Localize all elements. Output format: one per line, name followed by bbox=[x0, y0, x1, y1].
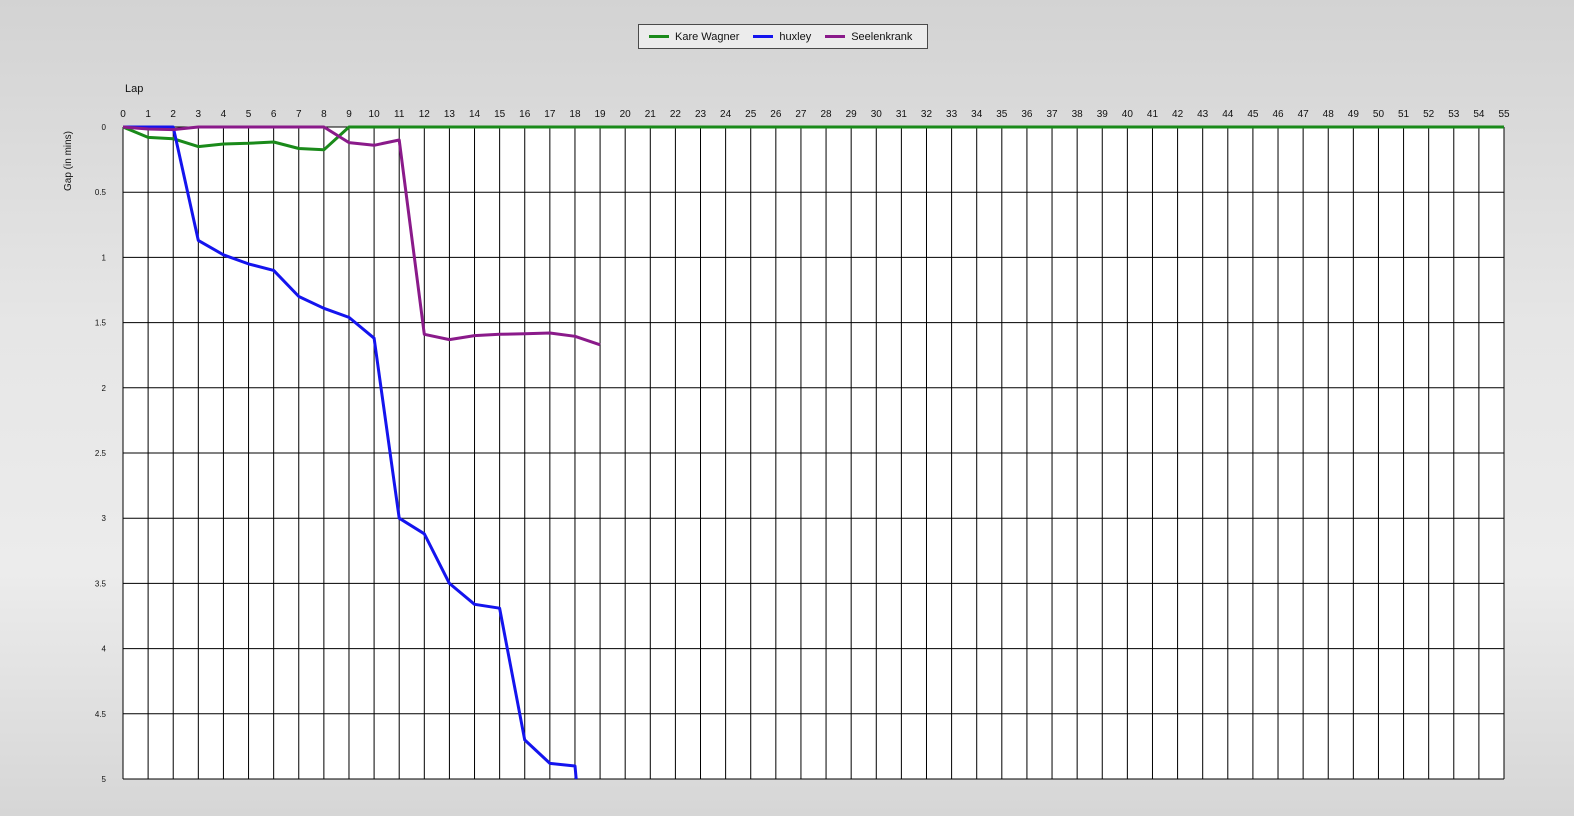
legend-swatch-1 bbox=[753, 35, 774, 38]
x-tick-label: 51 bbox=[1398, 109, 1410, 120]
x-tick-label: 31 bbox=[896, 109, 908, 120]
y-tick-label: 4.5 bbox=[95, 710, 107, 719]
x-tick-label: 24 bbox=[720, 109, 732, 120]
legend-label-1: huxley bbox=[779, 30, 812, 43]
x-tick-label: 30 bbox=[871, 109, 883, 120]
x-tick-label: 1 bbox=[145, 109, 151, 120]
x-tick-label: 20 bbox=[620, 109, 632, 120]
x-tick-label: 15 bbox=[494, 109, 506, 120]
x-tick-label: 6 bbox=[271, 109, 277, 120]
x-tick-label: 49 bbox=[1348, 109, 1360, 120]
x-axis-ticks: 0 1 2 3 4 5 6 7 8 9 10 11 12 13 14 15 16 17 18 19 20 21 22 23 24… bbox=[120, 109, 1510, 120]
x-tick-label: 29 bbox=[846, 109, 858, 120]
x-tick-label: 42 bbox=[1172, 109, 1184, 120]
x-tick-label: 18 bbox=[569, 109, 581, 120]
x-tick-label: 50 bbox=[1373, 109, 1385, 120]
legend-label-0: Kare Wagner bbox=[675, 30, 740, 43]
x-tick-label: 2 bbox=[170, 109, 176, 120]
x-tick-label: 28 bbox=[820, 109, 832, 120]
y-tick-label: 1.5 bbox=[95, 319, 107, 328]
x-tick-label: 26 bbox=[770, 109, 782, 120]
x-tick-label: 38 bbox=[1072, 109, 1084, 120]
x-tick-label: 43 bbox=[1197, 109, 1209, 120]
chart-grid bbox=[122, 126, 1505, 780]
x-tick-label: 27 bbox=[795, 109, 807, 120]
gap-chart: 0 1 2 3 4 5 6 7 8 9 10 11 12 13 14 15 16 17 18 19 20 21 22 23 24… bbox=[63, 83, 1510, 784]
y-tick-label: 0.5 bbox=[95, 188, 107, 197]
chart-legend: Kare Wagner huxley Seelenkrank bbox=[638, 24, 928, 49]
x-tick-label: 11 bbox=[394, 109, 405, 120]
x-tick-label: 54 bbox=[1473, 109, 1485, 120]
legend-swatch-2 bbox=[825, 35, 846, 38]
y-tick-label: 1 bbox=[102, 253, 107, 262]
x-tick-label: 8 bbox=[321, 109, 327, 120]
x-tick-label: 4 bbox=[221, 109, 227, 120]
x-tick-label: 25 bbox=[745, 109, 757, 120]
x-tick-label: 44 bbox=[1222, 109, 1234, 120]
y-tick-label: 3 bbox=[102, 514, 107, 523]
x-tick-label: 17 bbox=[544, 109, 556, 120]
x-tick-label: 19 bbox=[595, 109, 607, 120]
x-tick-label: 21 bbox=[645, 109, 657, 120]
x-tick-label: 40 bbox=[1122, 109, 1134, 120]
x-tick-label: 41 bbox=[1147, 109, 1159, 120]
y-axis-label: Gap (in mins) bbox=[63, 131, 74, 191]
x-tick-label: 39 bbox=[1097, 109, 1109, 120]
y-tick-label: 0 bbox=[102, 123, 107, 132]
x-tick-label: 7 bbox=[296, 109, 302, 120]
x-tick-label: 13 bbox=[444, 109, 456, 120]
x-tick-label: 55 bbox=[1498, 109, 1510, 120]
legend-item-1: huxley bbox=[753, 31, 811, 43]
y-tick-label: 5 bbox=[102, 775, 107, 784]
x-tick-label: 53 bbox=[1448, 109, 1460, 120]
x-tick-label: 33 bbox=[946, 109, 958, 120]
x-tick-label: 12 bbox=[419, 109, 431, 120]
x-tick-label: 46 bbox=[1272, 109, 1284, 120]
y-tick-label: 2 bbox=[102, 384, 107, 393]
y-tick-label: 3.5 bbox=[95, 579, 107, 588]
x-tick-label: 35 bbox=[996, 109, 1008, 120]
x-tick-label: 22 bbox=[670, 109, 682, 120]
x-tick-label: 37 bbox=[1046, 109, 1058, 120]
legend-item-2: Seelenkrank bbox=[825, 31, 912, 43]
x-tick-label: 32 bbox=[921, 109, 933, 120]
x-tick-label: 9 bbox=[346, 109, 352, 120]
x-tick-label: 52 bbox=[1423, 109, 1435, 120]
x-tick-label: 10 bbox=[369, 109, 381, 120]
y-tick-label: 4 bbox=[102, 645, 107, 654]
y-axis-ticks: 0 0.5 1 1.5 2 2.5 3 3.5 4 4.5 5 bbox=[95, 123, 107, 784]
y-tick-label: 2.5 bbox=[95, 449, 107, 458]
x-tick-label: 34 bbox=[971, 109, 983, 120]
x-tick-label: 23 bbox=[695, 109, 707, 120]
x-axis-label: Lap bbox=[125, 83, 143, 95]
x-tick-label: 0 bbox=[120, 109, 126, 120]
x-tick-label: 16 bbox=[519, 109, 531, 120]
legend-item-0: Kare Wagner bbox=[649, 31, 739, 43]
x-tick-label: 5 bbox=[246, 109, 252, 120]
x-tick-label: 45 bbox=[1247, 109, 1259, 120]
x-tick-label: 48 bbox=[1323, 109, 1335, 120]
x-tick-label: 14 bbox=[469, 109, 481, 120]
x-tick-label: 47 bbox=[1298, 109, 1310, 120]
x-tick-label: 3 bbox=[196, 109, 202, 120]
legend-swatch-0 bbox=[649, 35, 669, 38]
legend-label-2: Seelenkrank bbox=[851, 30, 913, 43]
x-tick-label: 36 bbox=[1021, 109, 1033, 120]
